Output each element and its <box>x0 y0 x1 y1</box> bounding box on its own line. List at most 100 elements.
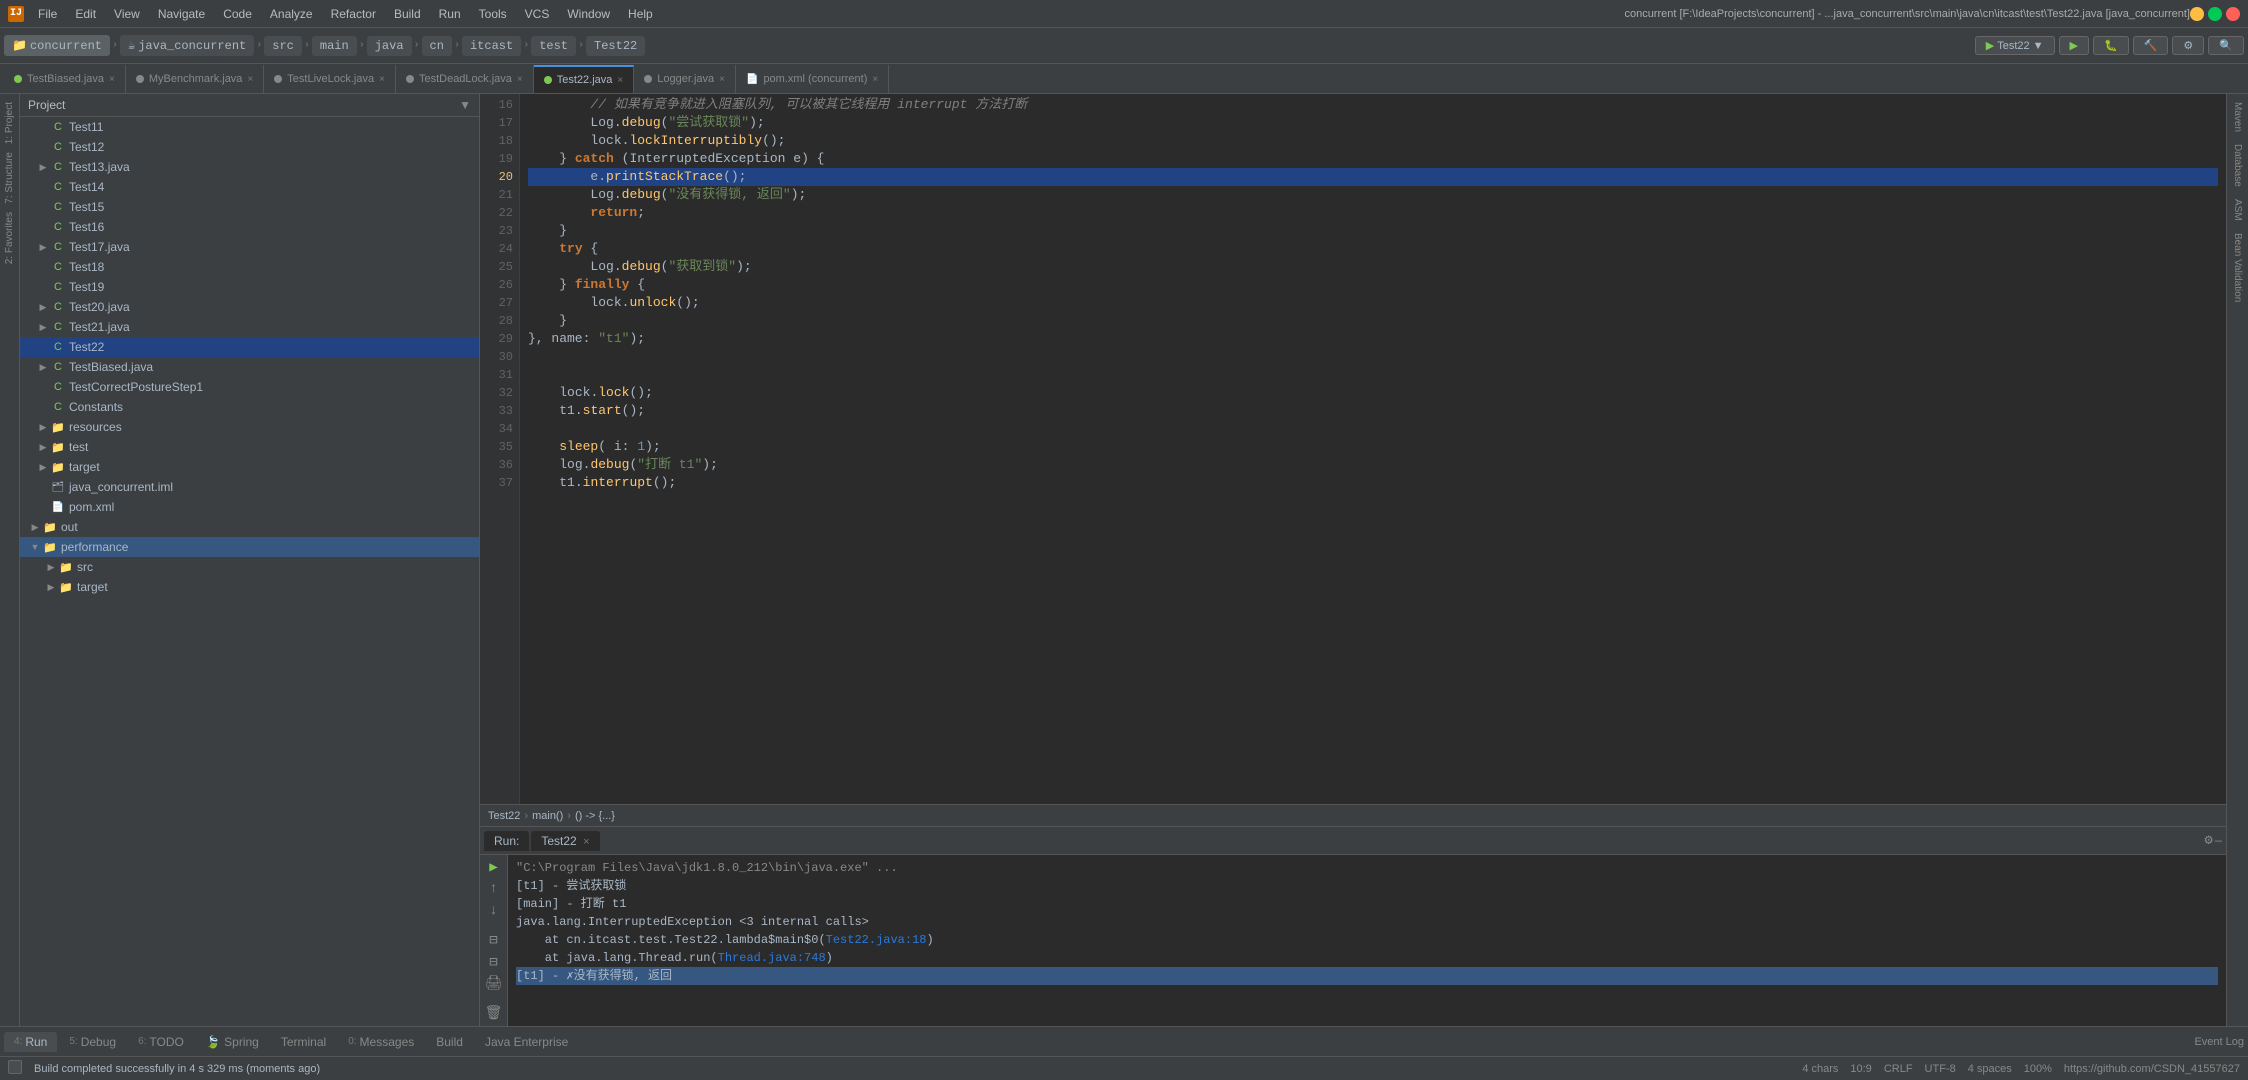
tab-close-icon[interactable]: × <box>379 74 385 85</box>
tree-arrow-performance[interactable]: ▼ <box>28 542 42 552</box>
menu-analyze[interactable]: Analyze <box>262 5 321 23</box>
sidebar-label-structure[interactable]: 7: Structure <box>4 152 15 204</box>
menu-code[interactable]: Code <box>215 5 260 23</box>
run-button[interactable]: ▶ <box>2059 36 2089 55</box>
indent-size[interactable]: 4 spaces <box>1968 1063 2012 1075</box>
tree-item-testbiased[interactable]: ▶ C TestBiased.java <box>20 357 479 377</box>
menu-vcs[interactable]: VCS <box>517 5 558 23</box>
tree-item-pomxml[interactable]: 📄 pom.xml <box>20 497 479 517</box>
tree-arrow[interactable]: ▶ <box>36 322 50 333</box>
menu-tools[interactable]: Tools <box>471 5 515 23</box>
debug-button[interactable]: 🐛 <box>2093 36 2129 55</box>
run-fold-button[interactable]: ⊟ <box>483 953 505 971</box>
menu-edit[interactable]: Edit <box>67 5 104 23</box>
tab-close-icon[interactable]: × <box>247 74 253 85</box>
code-editor[interactable]: 16 17 18 19 20 21 22 23 24 25 26 27 28 2… <box>480 94 2226 804</box>
run-print-button[interactable]: 🖨 <box>483 975 505 993</box>
bottom-tab-debug[interactable]: 5: Debug <box>59 1032 126 1052</box>
tab-close-icon[interactable]: × <box>517 74 523 85</box>
run-config-selector[interactable]: ▶ Test22 ▼ <box>1975 36 2055 55</box>
breadcrumb-java[interactable]: java <box>367 36 412 56</box>
tree-item-test20[interactable]: ▶ C Test20.java <box>20 297 479 317</box>
tree-item-test13[interactable]: ▶ C Test13.java <box>20 157 479 177</box>
menu-run[interactable]: Run <box>431 5 469 23</box>
tree-arrow[interactable]: ▶ <box>28 522 42 533</box>
tree-item-test11[interactable]: C Test11 <box>20 117 479 137</box>
run-tab-test22[interactable]: Test22 × <box>531 831 599 851</box>
sidebar-label-project[interactable]: 1: Project <box>4 102 15 144</box>
tree-arrow[interactable]: ▶ <box>36 422 50 433</box>
maximize-button[interactable] <box>2208 7 2222 21</box>
bottom-tab-spring[interactable]: 🍃 Spring <box>196 1032 269 1052</box>
run-minimize-icon[interactable]: — <box>2215 834 2222 848</box>
tree-item-performance-src[interactable]: ▶ 📁 src <box>20 557 479 577</box>
bottom-tab-terminal[interactable]: Terminal <box>271 1032 336 1052</box>
breadcrumb-cn[interactable]: cn <box>422 36 452 56</box>
breadcrumb-concurrent[interactable]: 📁 concurrent <box>4 35 110 56</box>
menu-file[interactable]: File <box>30 5 65 23</box>
run-clear-button[interactable]: 🗑 <box>483 1004 505 1022</box>
run-tab-close[interactable]: × <box>583 836 589 848</box>
encoding[interactable]: UTF-8 <box>1925 1063 1956 1075</box>
tree-arrow[interactable]: ▶ <box>36 162 50 173</box>
tab-close-icon[interactable]: × <box>872 74 878 85</box>
build-button[interactable]: 🔨 <box>2133 36 2169 55</box>
tab-testdeadlock[interactable]: TestDeadLock.java × <box>396 65 534 93</box>
tab-close-icon[interactable]: × <box>109 74 115 85</box>
tab-pomxml[interactable]: 📄 pom.xml (concurrent) × <box>736 65 889 93</box>
breadcrumb-test[interactable]: test <box>531 36 576 56</box>
tree-item-iml[interactable]: 🗂 java_concurrent.iml <box>20 477 479 497</box>
tree-item-test15[interactable]: C Test15 <box>20 197 479 217</box>
tree-item-out[interactable]: ▶ 📁 out <box>20 517 479 537</box>
menu-help[interactable]: Help <box>620 5 661 23</box>
window-controls[interactable] <box>2190 7 2240 21</box>
menu-navigate[interactable]: Navigate <box>150 5 213 23</box>
tab-test22[interactable]: Test22.java × <box>534 65 635 93</box>
tree-item-constants[interactable]: C Constants <box>20 397 479 417</box>
tree-item-test22[interactable]: C Test22 <box>20 337 479 357</box>
menu-bar[interactable]: File Edit View Navigate Code Analyze Ref… <box>30 5 1604 23</box>
menu-view[interactable]: View <box>106 5 148 23</box>
tree-item-performance[interactable]: ▼ 📁 performance <box>20 537 479 557</box>
tab-mybenchmark[interactable]: MyBenchmark.java × <box>126 65 264 93</box>
tab-testlivelock[interactable]: TestLiveLock.java × <box>264 65 396 93</box>
run-stop-button[interactable]: ↑ <box>483 881 505 899</box>
breadcrumb-test22[interactable]: Test22 <box>586 36 645 56</box>
tree-item-test17[interactable]: ▶ C Test17.java <box>20 237 479 257</box>
tree-arrow[interactable]: ▶ <box>36 242 50 253</box>
event-log-label[interactable]: Event Log <box>2194 1036 2244 1048</box>
right-label-maven[interactable]: Maven <box>2232 102 2243 132</box>
tree-arrow[interactable]: ▶ <box>44 562 58 573</box>
tree-item-resources[interactable]: ▶ 📁 resources <box>20 417 479 437</box>
tree-arrow[interactable]: ▶ <box>44 582 58 593</box>
tree-item-testcorrect[interactable]: C TestCorrectPostureStep1 <box>20 377 479 397</box>
breadcrumb-java-concurrent[interactable]: ☕ java_concurrent <box>120 35 254 56</box>
settings-button[interactable]: ⚙ <box>2172 36 2204 55</box>
right-label-bean[interactable]: Bean Validation <box>2232 233 2243 302</box>
menu-build[interactable]: Build <box>386 5 429 23</box>
tree-arrow[interactable]: ▶ <box>36 362 50 373</box>
run-settings-icon[interactable]: ⚙ <box>2204 832 2212 849</box>
search-button[interactable]: 🔍 <box>2208 36 2244 55</box>
tree-arrow[interactable]: ▶ <box>36 302 50 313</box>
tab-logger[interactable]: Logger.java × <box>634 65 736 93</box>
tree-item-performance-target[interactable]: ▶ 📁 target <box>20 577 479 597</box>
tree-item-test18[interactable]: C Test18 <box>20 257 479 277</box>
menu-refactor[interactable]: Refactor <box>323 5 384 23</box>
bottom-tab-run[interactable]: 4: Run <box>4 1032 57 1052</box>
right-label-asm[interactable]: ASM <box>2232 199 2243 221</box>
tab-testbiased[interactable]: TestBiased.java × <box>4 65 126 93</box>
line-separator[interactable]: CRLF <box>1884 1063 1913 1075</box>
code-content[interactable]: // 如果有竞争就进入阻塞队列, 可以被其它线程用 interrupt 方法打断… <box>520 94 2226 804</box>
breadcrumb-main[interactable]: main <box>312 36 357 56</box>
tree-item-test-folder[interactable]: ▶ 📁 test <box>20 437 479 457</box>
tree-item-test12[interactable]: C Test12 <box>20 137 479 157</box>
tab-close-icon[interactable]: × <box>719 74 725 85</box>
breadcrumb-itcast[interactable]: itcast <box>462 36 521 56</box>
tree-arrow[interactable]: ▶ <box>36 442 50 453</box>
cursor-position[interactable]: 10:9 <box>1850 1063 1871 1075</box>
bottom-tab-todo[interactable]: 6: TODO <box>128 1032 194 1052</box>
run-filter-button[interactable]: ⊟ <box>483 932 505 950</box>
close-button[interactable] <box>2226 7 2240 21</box>
tree-item-test14[interactable]: C Test14 <box>20 177 479 197</box>
